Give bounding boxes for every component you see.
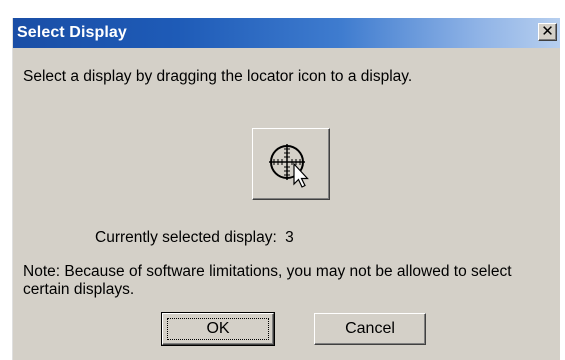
selected-display-label: Currently selected display: — [95, 229, 277, 246]
locator-drag-handle[interactable] — [252, 128, 330, 200]
close-icon: ✕ — [541, 23, 554, 40]
select-display-dialog: Select Display ✕ Select a display by dra… — [12, 18, 560, 360]
dialog-title: Select Display — [17, 24, 127, 41]
ok-button[interactable]: OK — [161, 312, 275, 346]
instruction-text: Select a display by dragging the locator… — [23, 68, 413, 85]
cancel-button[interactable]: Cancel — [314, 313, 426, 345]
crosshair-target-with-cursor-icon — [269, 144, 309, 188]
currently-selected-display: Currently selected display: 3 — [95, 229, 294, 247]
selected-display-value: 3 — [285, 229, 294, 246]
close-button[interactable]: ✕ — [538, 23, 557, 41]
note-text: Note: Because of software limitations, y… — [23, 263, 512, 298]
title-bar[interactable]: Select Display ✕ — [13, 18, 560, 48]
